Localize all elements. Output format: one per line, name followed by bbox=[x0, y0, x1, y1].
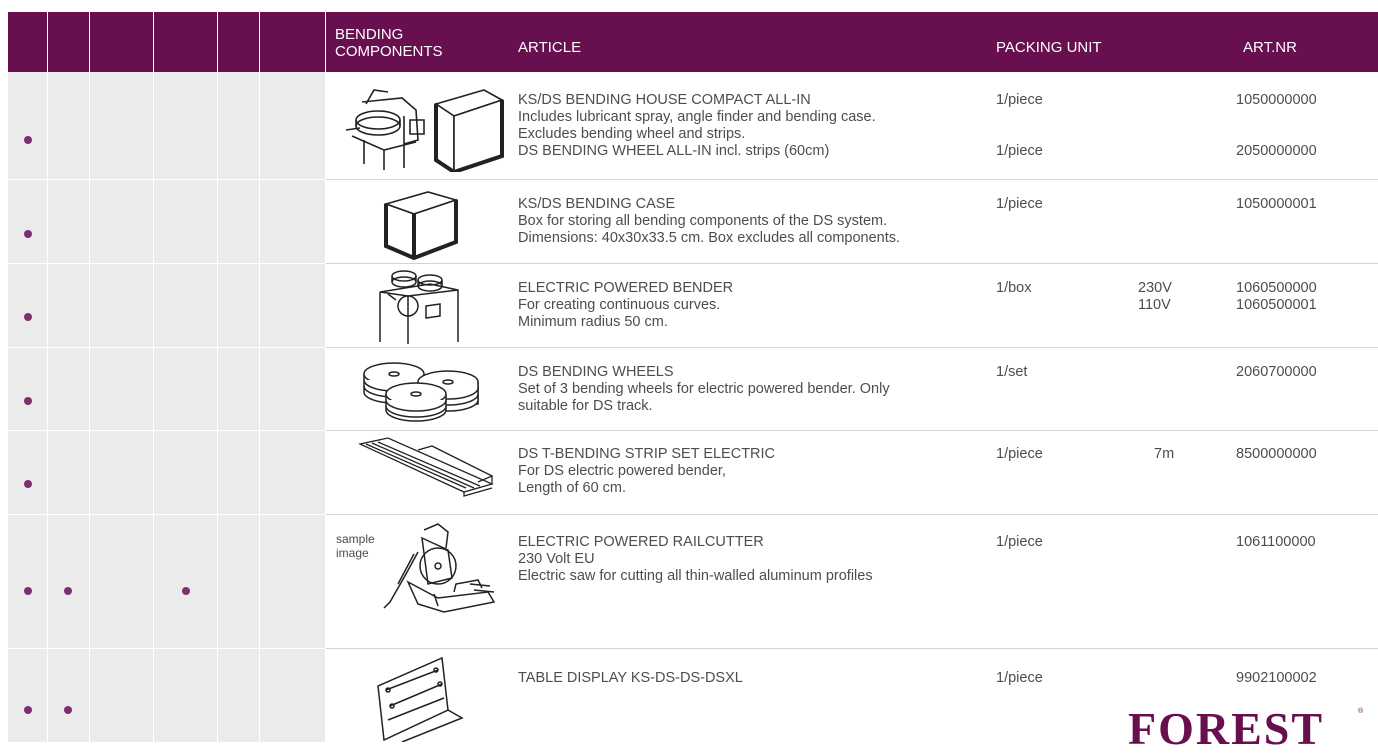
packing-unit: 1/piece bbox=[996, 670, 1043, 686]
row-divider bbox=[8, 263, 326, 264]
row-divider bbox=[326, 263, 1378, 264]
article-description: ELECTRIC POWERED BENDER For creating con… bbox=[518, 280, 734, 330]
header-art-nr: ART.NR bbox=[1243, 39, 1297, 56]
article-description: KS/DS BENDING HOUSE COMPACT ALL-IN Inclu… bbox=[518, 92, 876, 159]
header-flag-cell bbox=[154, 12, 218, 72]
bending-wheels-icon bbox=[363, 362, 479, 422]
article-number: 1060500000 1060500001 bbox=[1236, 280, 1317, 313]
header-category: BENDING COMPONENTS bbox=[335, 26, 443, 60]
row-divider bbox=[8, 347, 326, 348]
availability-dot bbox=[64, 587, 72, 595]
row-divider bbox=[8, 179, 326, 180]
forest-logo: FOREST bbox=[1128, 703, 1325, 754]
header-packing-unit: PACKING UNIT bbox=[996, 39, 1102, 56]
header-flag-cell bbox=[218, 12, 260, 72]
row-divider bbox=[326, 347, 1378, 348]
railcutter-icon bbox=[383, 523, 496, 613]
flag-column bbox=[218, 72, 260, 742]
packing-unit: 1/box bbox=[996, 280, 1032, 296]
bending-strip-icon bbox=[358, 437, 494, 497]
product-table: BENDING COMPONENTS ARTICLE PACKING UNIT … bbox=[8, 0, 1378, 742]
table-header: BENDING COMPONENTS ARTICLE PACKING UNIT … bbox=[8, 12, 1378, 72]
row-divider bbox=[8, 430, 326, 431]
header-flag-cell bbox=[48, 12, 90, 72]
article-description: ELECTRIC POWERED RAILCUTTER 230 Volt EU … bbox=[518, 534, 873, 584]
bending-house-icon bbox=[345, 89, 504, 172]
article-number: 1050000000 2050000000 bbox=[1236, 92, 1317, 159]
row-divider bbox=[8, 648, 326, 649]
availability-dot bbox=[24, 587, 32, 595]
availability-dot bbox=[24, 397, 32, 405]
length-variant: 7m bbox=[1154, 446, 1175, 462]
availability-dot bbox=[24, 230, 32, 238]
packing-unit: 1/piece bbox=[996, 534, 1043, 550]
article-number: 1061100000 bbox=[1236, 534, 1316, 550]
article-description: TABLE DISPLAY KS-DS-DS-DSXL bbox=[518, 670, 743, 686]
header-article: ARTICLE bbox=[518, 39, 582, 56]
article-number: 8500000000 bbox=[1236, 446, 1317, 462]
header-flag-cell bbox=[8, 12, 48, 72]
table-display-icon bbox=[377, 656, 464, 742]
article-number: 9902100002 bbox=[1236, 670, 1317, 686]
availability-dot bbox=[64, 706, 72, 714]
header-flag-cell bbox=[260, 12, 326, 72]
packing-unit: 1/set bbox=[996, 364, 1028, 380]
article-description: KS/DS BENDING CASE Box for storing all b… bbox=[518, 196, 901, 246]
header-flag-cell bbox=[90, 12, 154, 72]
article-number: 1050000001 bbox=[1236, 196, 1317, 212]
availability-dot bbox=[24, 480, 32, 488]
availability-dot bbox=[24, 706, 32, 714]
row-divider bbox=[8, 514, 326, 515]
row-divider bbox=[326, 514, 1378, 515]
flag-column bbox=[48, 72, 90, 742]
voltage-variant: 230V 110V bbox=[1138, 280, 1172, 313]
flag-column bbox=[8, 72, 48, 742]
bending-case-icon bbox=[383, 191, 459, 260]
packing-unit: 1/piece 1/piece bbox=[996, 92, 1043, 159]
availability-dot bbox=[24, 313, 32, 321]
sample-image-note: sample image bbox=[336, 532, 375, 560]
row-divider bbox=[326, 179, 1378, 180]
registered-mark: ® bbox=[1358, 708, 1364, 715]
article-description: DS BENDING WHEELS Set of 3 bending wheel… bbox=[518, 364, 890, 414]
article-description: DS T-BENDING STRIP SET ELECTRIC For DS e… bbox=[518, 446, 776, 496]
flag-column bbox=[154, 72, 218, 742]
packing-unit: 1/piece bbox=[996, 196, 1043, 212]
flag-column bbox=[260, 72, 326, 742]
electric-bender-icon bbox=[379, 270, 459, 344]
article-number: 2060700000 bbox=[1236, 364, 1317, 380]
availability-dot bbox=[182, 587, 190, 595]
row-divider bbox=[326, 430, 1378, 431]
packing-unit: 1/piece bbox=[996, 446, 1043, 462]
flag-column bbox=[90, 72, 154, 742]
row-divider bbox=[326, 648, 1378, 649]
availability-dot bbox=[24, 136, 32, 144]
